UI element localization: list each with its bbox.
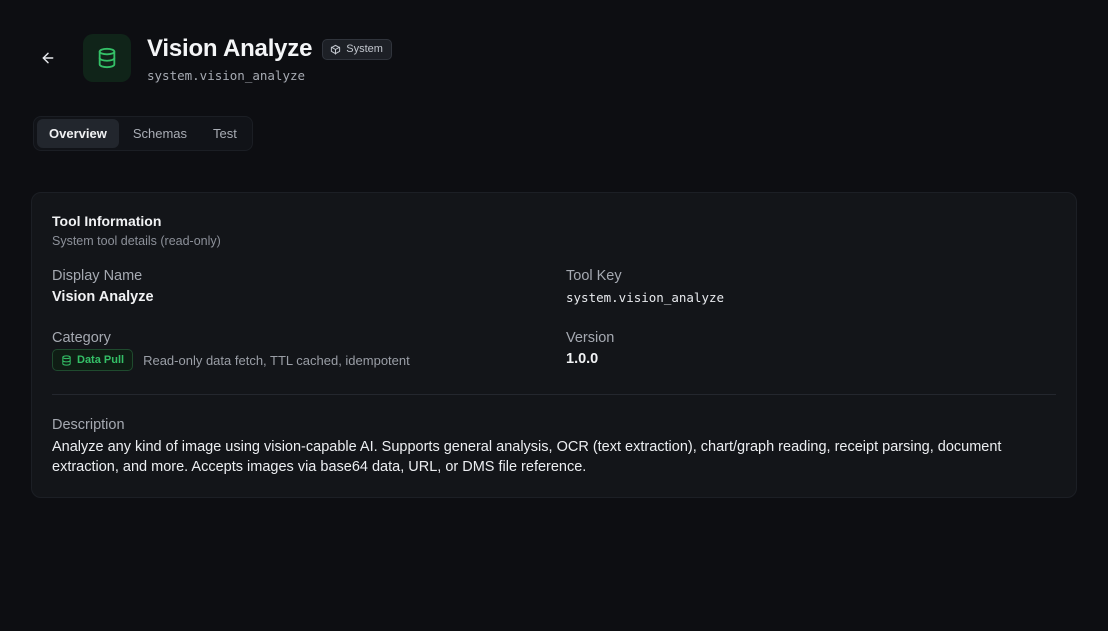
- version-label: Version: [566, 330, 615, 346]
- tool-key-label: Tool Key: [566, 268, 622, 284]
- category-description: Read-only data fetch, TTL cached, idempo…: [143, 352, 410, 368]
- database-icon: [62, 354, 71, 366]
- page-header: Vision Analyze System system.vision_anal…: [147, 34, 392, 83]
- cube-icon: [331, 44, 341, 55]
- tool-key-value: system.vision_analyze: [566, 290, 725, 305]
- arrow-left-icon: [42, 52, 54, 64]
- version-value: 1.0.0: [566, 351, 599, 367]
- tool-key-subtitle: system.vision_analyze: [147, 68, 306, 83]
- description-label: Description: [52, 417, 125, 433]
- display-name-label: Display Name: [52, 268, 143, 284]
- tab-schemas[interactable]: Schemas: [121, 119, 199, 148]
- page-title: Vision Analyze: [147, 35, 313, 62]
- divider: [52, 394, 1056, 395]
- tool-detail-page: Vision Analyze System system.vision_anal…: [0, 0, 1108, 631]
- category-row: Data Pull Read-only data fetch, TTL cach…: [52, 349, 410, 371]
- tab-test[interactable]: Test: [201, 119, 249, 148]
- description-value: Analyze any kind of image using vision-c…: [52, 439, 1002, 475]
- database-icon: [98, 47, 116, 69]
- card-subtitle: System tool details (read-only): [52, 234, 221, 248]
- category-label: Category: [52, 330, 111, 346]
- tab-bar: Overview Schemas Test: [33, 116, 253, 151]
- category-badge: Data Pull: [52, 349, 134, 371]
- tool-information-card: Tool Information System tool details (re…: [31, 192, 1077, 498]
- category-badge-label: Data Pull: [77, 354, 125, 366]
- tab-overview[interactable]: Overview: [37, 119, 119, 148]
- card-title: Tool Information: [52, 213, 162, 229]
- system-badge-label: System: [346, 43, 383, 55]
- tool-avatar: [83, 34, 131, 82]
- system-badge: System: [322, 38, 392, 60]
- display-name-value: Vision Analyze: [52, 289, 154, 305]
- back-button[interactable]: [36, 46, 60, 70]
